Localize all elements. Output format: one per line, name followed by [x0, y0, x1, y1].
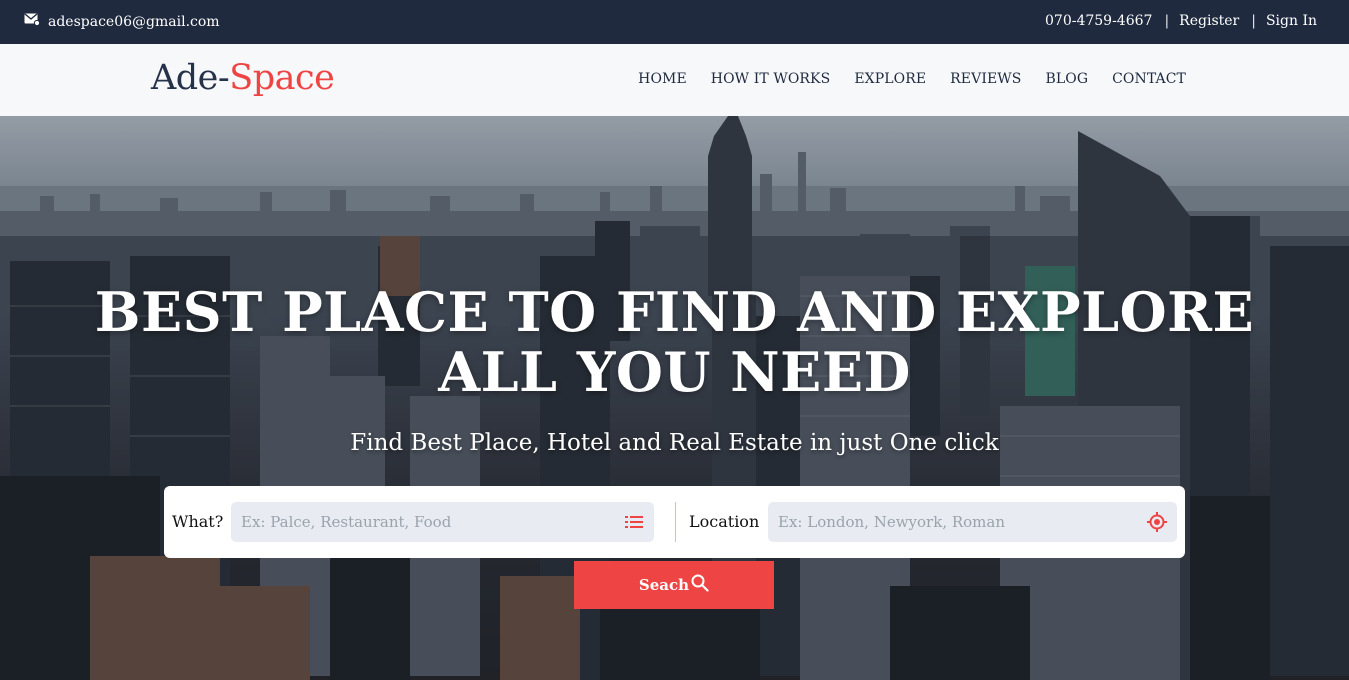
envelope-icon: [24, 13, 41, 30]
crosshair-icon[interactable]: [1137, 512, 1177, 532]
what-input[interactable]: [231, 501, 614, 543]
hero-section: BEST PLACE TO FIND AND EXPLORE ALL YOU N…: [0, 116, 1349, 680]
what-field: [231, 501, 654, 543]
nav-blog[interactable]: BLOG: [1045, 71, 1088, 87]
signin-link[interactable]: Sign In: [1266, 13, 1317, 29]
search-button[interactable]: Seach: [574, 561, 774, 609]
search-icon: [691, 574, 709, 596]
nav-contact[interactable]: CONTACT: [1112, 71, 1186, 87]
phone-number[interactable]: 070-4759-4667: [1045, 13, 1152, 29]
site-logo[interactable]: Ade-Space: [151, 58, 335, 98]
list-icon[interactable]: [614, 514, 654, 530]
hero-title-line-2: ALL YOU NEED: [438, 340, 911, 404]
top-bar: adespace06@gmail.com 070-4759-4667 | Reg…: [0, 0, 1349, 44]
separator: |: [1251, 13, 1256, 29]
separator: |: [1164, 13, 1170, 29]
hero-title: BEST PLACE TO FIND AND EXPLORE ALL YOU N…: [0, 282, 1349, 402]
nav-menu: HOME HOW IT WORKS EXPLORE REVIEWS BLOG C…: [638, 71, 1186, 87]
search-panel: What? Location: [164, 486, 1185, 558]
location-input[interactable]: [768, 501, 1137, 543]
hero-subtitle: Find Best Place, Hotel and Real Estate i…: [350, 430, 999, 456]
location-field: [768, 501, 1177, 543]
what-label: What?: [172, 512, 224, 531]
logo-part-1: Ade-: [151, 58, 230, 98]
main-navbar: Ade-Space HOME HOW IT WORKS EXPLORE REVI…: [0, 44, 1349, 116]
nav-home[interactable]: HOME: [638, 71, 687, 87]
nav-explore[interactable]: EXPLORE: [854, 71, 926, 87]
hero-title-line-1: BEST PLACE TO FIND AND EXPLORE: [94, 280, 1255, 344]
contact-email[interactable]: adespace06@gmail.com: [24, 13, 220, 30]
location-label: Location: [689, 512, 760, 531]
nav-reviews[interactable]: REVIEWS: [950, 71, 1021, 87]
email-text: adespace06@gmail.com: [48, 13, 220, 30]
register-link[interactable]: Register: [1179, 13, 1239, 29]
nav-how-it-works[interactable]: HOW IT WORKS: [711, 71, 831, 87]
search-button-label: Seach: [638, 576, 690, 594]
field-divider: [675, 502, 676, 542]
logo-part-2: Space: [229, 58, 335, 98]
